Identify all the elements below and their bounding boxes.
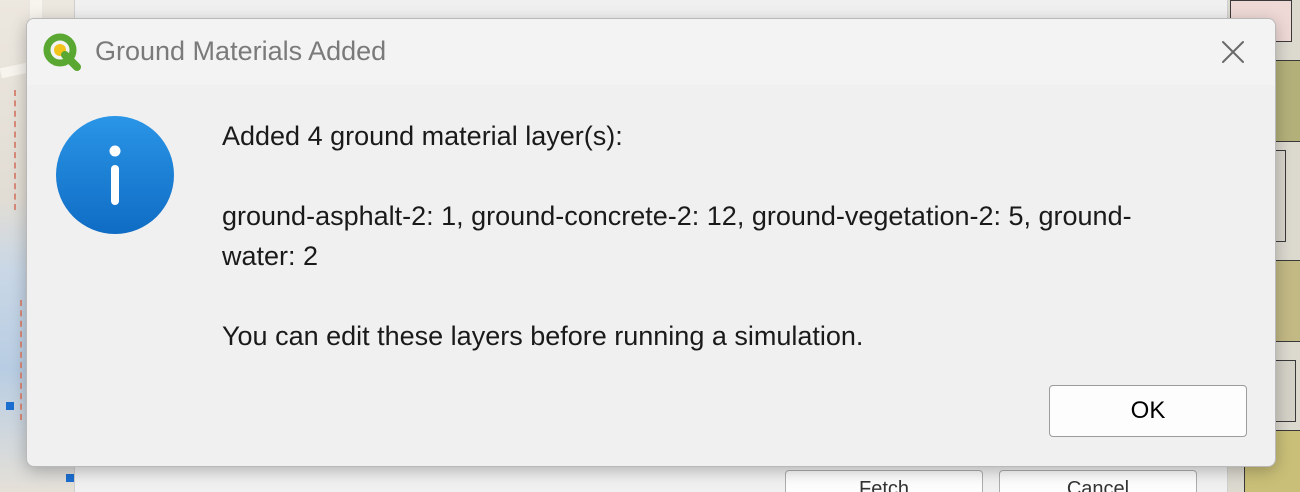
dialog-title: Ground Materials Added	[95, 36, 387, 66]
map-marker	[66, 474, 74, 482]
map-boundary-line	[14, 90, 16, 210]
map-boundary-line	[20, 300, 22, 420]
close-icon	[1222, 41, 1244, 63]
message-layer-counts: ground-asphalt-2: 1, ground-concrete-2: …	[222, 201, 1132, 231]
qgis-logo-icon	[43, 33, 81, 71]
message-dialog: Ground Materials Added Added 4 ground ma…	[26, 18, 1276, 467]
cancel-button[interactable]: Cancel	[999, 470, 1197, 492]
map-marker	[6, 402, 14, 410]
close-button[interactable]	[1213, 32, 1253, 72]
message-footer: You can edit these layers before running…	[222, 321, 864, 351]
message-header: Added 4 ground material layer(s):	[222, 121, 623, 151]
desktop: Fetch Cancel Ground Materials Added Adde…	[0, 0, 1300, 492]
fetch-button[interactable]: Fetch	[785, 470, 983, 492]
ok-button[interactable]: OK	[1049, 385, 1247, 437]
information-icon	[56, 116, 174, 234]
message-layer-counts-continued: water: 2	[222, 241, 319, 271]
dialog-titlebar[interactable]: Ground Materials Added	[27, 19, 1275, 85]
